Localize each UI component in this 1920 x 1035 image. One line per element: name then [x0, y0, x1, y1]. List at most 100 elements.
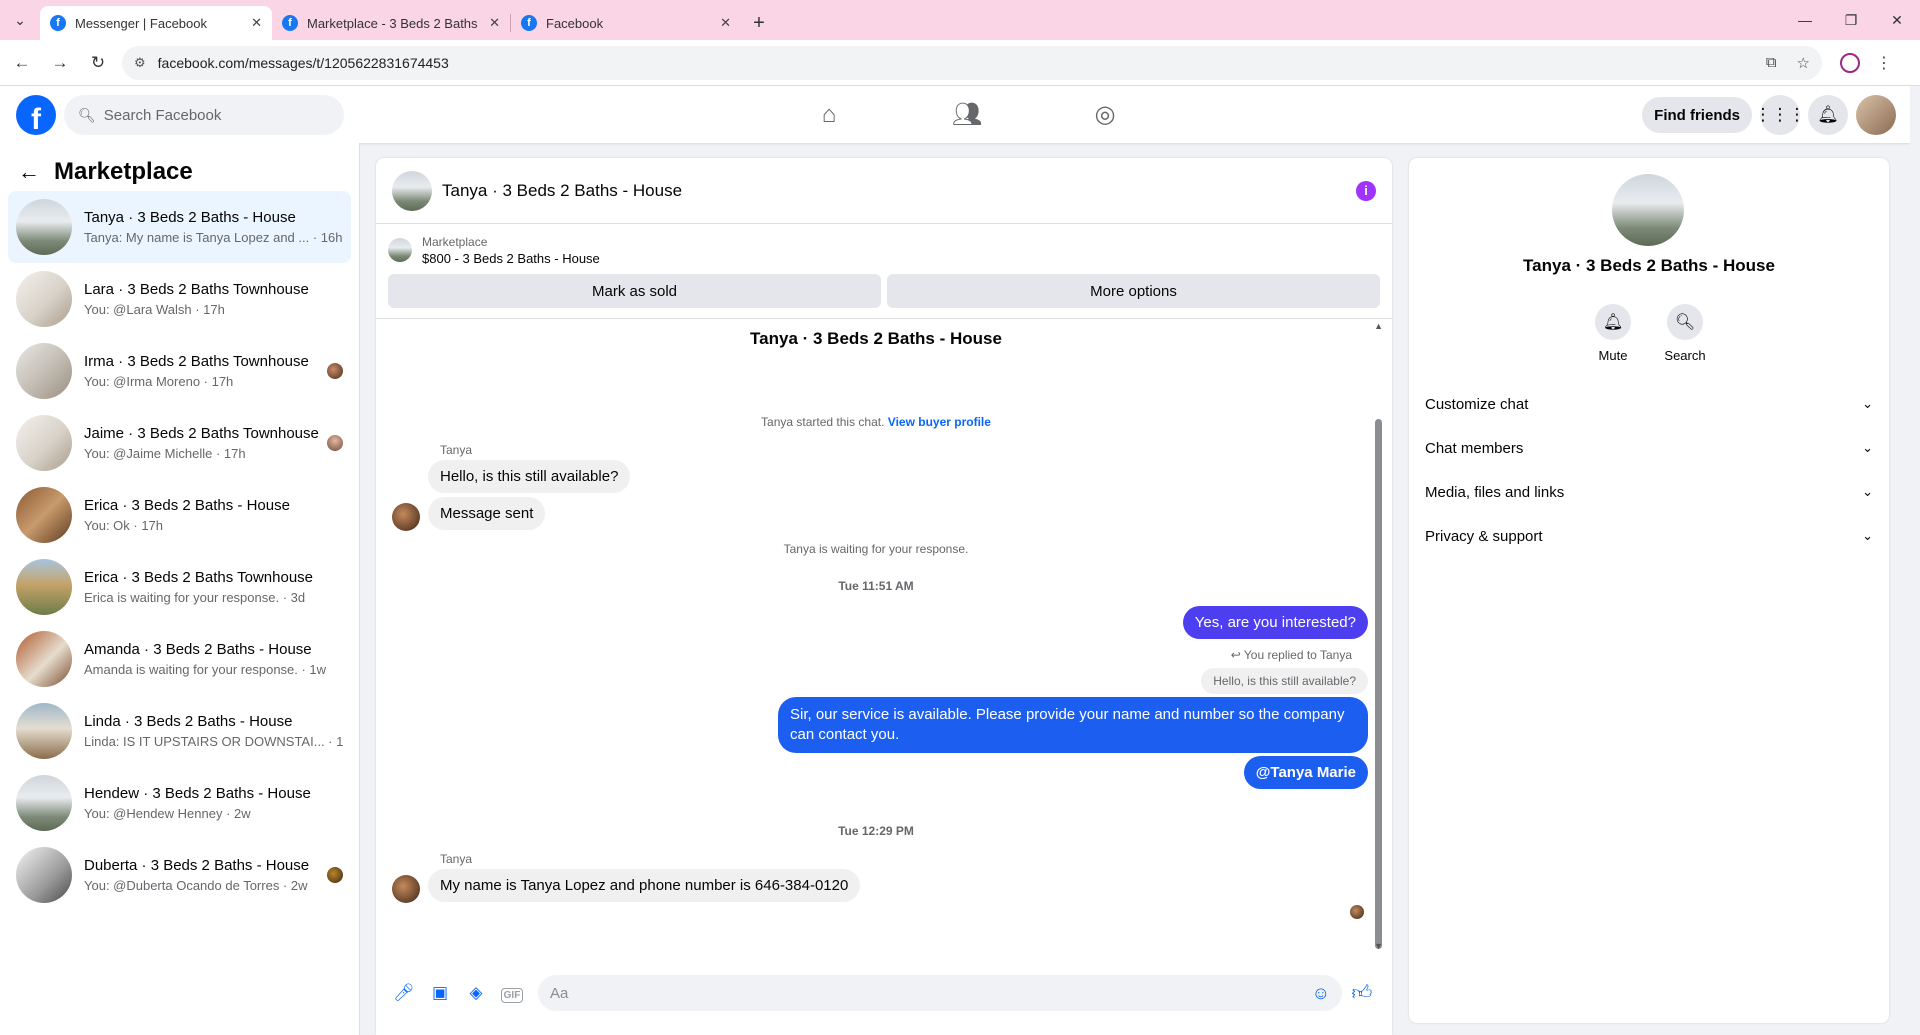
conversation-item[interactable]: Amanda · 3 Beds 2 Baths - House Amanda is…: [8, 623, 351, 695]
view-buyer-profile-link[interactable]: View buyer profile: [888, 415, 991, 429]
conversation-name: Erica · 3 Beds 2 Baths Townhouse: [84, 569, 314, 586]
incoming-message[interactable]: Hello, is this still available?: [428, 460, 631, 493]
search-icon: 🔍︎: [1667, 304, 1703, 340]
incoming-message[interactable]: My name is Tanya Lopez and phone number …: [428, 869, 861, 902]
groups-icon[interactable]: ◎: [1036, 86, 1174, 143]
notifications-bell-icon[interactable]: 🔔︎: [1808, 95, 1848, 135]
thumbs-up-icon[interactable]: 👍︎: [1342, 981, 1382, 1005]
conversation-item[interactable]: Lara · 3 Beds 2 Baths Townhouse You: @Lar…: [8, 263, 351, 335]
outgoing-message[interactable]: Yes, are you interested?: [1182, 606, 1368, 639]
mark-as-sold-button[interactable]: Mark as sold: [388, 274, 881, 308]
conversation-item[interactable]: Erica · 3 Beds 2 Baths Townhouse Erica is…: [8, 551, 351, 623]
timestamp: Tue 11:51 AM: [838, 579, 914, 593]
listing-thumbnail: [16, 559, 72, 615]
conversation-item[interactable]: Tanya · 3 Beds 2 Baths - House Tanya: My …: [8, 191, 351, 263]
conversation-info-panel: Tanya · 3 Beds 2 Baths - House 🔔︎ Mute 🔍…: [1409, 158, 1889, 1023]
url-text: facebook.com/messages/t/1205622831674453: [157, 54, 449, 71]
menu-grid-icon[interactable]: ⋮⋮⋮: [1755, 95, 1806, 135]
mute-label: Mute: [1598, 348, 1628, 363]
install-app-icon[interactable]: ⧉: [1766, 54, 1777, 72]
chat-title[interactable]: Tanya · 3 Beds 2 Baths - House: [442, 181, 1356, 201]
emoji-icon[interactable]: ☺: [1312, 983, 1330, 1004]
tab-marketplace[interactable]: f Marketplace - 3 Beds 2 Baths - ✕: [272, 6, 510, 40]
scroll-up-icon[interactable]: ▲: [1374, 321, 1383, 331]
seen-avatar: [327, 435, 343, 451]
close-icon[interactable]: ✕: [251, 15, 262, 31]
quoted-message[interactable]: Hello, is this still available?: [1201, 668, 1368, 694]
sender-avatar[interactable]: [392, 875, 420, 903]
media-files-links-section[interactable]: Media, files and links ⌄: [1417, 470, 1881, 514]
info-icon[interactable]: i: [1356, 180, 1376, 201]
search-label: Search: [1664, 348, 1706, 363]
close-icon[interactable]: ✕: [720, 15, 731, 31]
facebook-favicon-icon: f: [282, 15, 298, 31]
customize-chat-section[interactable]: Customize chat ⌄: [1417, 382, 1881, 426]
conversation-item[interactable]: Irma · 3 Beds 2 Baths Townhouse You: @Irm…: [8, 335, 351, 407]
info-name: Tanya · 3 Beds 2 Baths - House: [1523, 256, 1775, 275]
conversation-name: Tanya · 3 Beds 2 Baths - House: [84, 209, 296, 226]
mute-button[interactable]: 🔔︎ Mute: [1595, 304, 1631, 363]
reload-icon[interactable]: ↻: [82, 47, 114, 79]
message-thread[interactable]: Tanya · 3 Beds 2 Baths - House Tanya sta…: [376, 318, 1392, 958]
restore-icon[interactable]: ❐: [1828, 0, 1874, 40]
conversation-preview: You: @Duberta Ocando de Torres · 2w: [84, 878, 308, 893]
chat-panel: Tanya · 3 Beds 2 Baths - House i Marketp…: [376, 158, 1392, 1035]
new-tab-button[interactable]: +: [741, 6, 777, 40]
listing-summary[interactable]: Marketplace $800 - 3 Beds 2 Baths - Hous…: [376, 224, 1392, 268]
photo-icon[interactable]: ▣: [422, 983, 458, 1003]
conversation-list: Tanya · 3 Beds 2 Baths - House Tanya: My …: [0, 191, 359, 911]
friends-icon[interactable]: 👥︎: [898, 86, 1036, 143]
sender-avatar[interactable]: [392, 503, 420, 531]
conversation-item[interactable]: Erica · 3 Beds 2 Baths - House You: Ok · …: [8, 479, 351, 551]
close-window-icon[interactable]: ✕: [1874, 0, 1920, 40]
scrollbar-thumb[interactable]: [1375, 419, 1382, 949]
tab-facebook[interactable]: f Facebook ✕: [511, 6, 741, 40]
tab-title: Marketplace - 3 Beds 2 Baths -: [307, 15, 482, 31]
back-arrow-icon[interactable]: ←: [6, 47, 38, 79]
browser-menu-icon[interactable]: ⋮: [1876, 53, 1892, 73]
facebook-logo-icon[interactable]: f: [16, 95, 56, 135]
search-button[interactable]: 🔍︎ Search: [1664, 304, 1706, 363]
account-avatar[interactable]: [1856, 95, 1896, 135]
home-icon[interactable]: ⌂: [760, 86, 898, 143]
facebook-search-input[interactable]: 🔍︎ Search Facebook: [64, 95, 344, 135]
chat-thumbnail[interactable]: [392, 170, 432, 211]
url-input[interactable]: ⚙ facebook.com/messages/t/12056228316744…: [122, 45, 1822, 80]
conversation-preview: Linda: IS IT UPSTAIRS OR DOWNSTAI... · 1…: [84, 734, 343, 749]
minimize-icon[interactable]: —: [1782, 0, 1828, 40]
conversation-item[interactable]: Jaime · 3 Beds 2 Baths Townhouse You: @Ja…: [8, 407, 351, 479]
conversation-preview: Amanda is waiting for your response. · 1…: [84, 662, 327, 677]
site-settings-icon[interactable]: ⚙: [134, 55, 146, 71]
search-icon: 🔍︎: [78, 106, 96, 123]
conversation-item[interactable]: Linda · 3 Beds 2 Baths - House Linda: IS …: [8, 695, 351, 767]
browser-profile-icon[interactable]: [1840, 52, 1860, 73]
conversation-preview: You: @Lara Walsh · 17h: [84, 302, 225, 317]
privacy-support-section[interactable]: Privacy & support ⌄: [1417, 514, 1881, 558]
conversation-item[interactable]: Duberta · 3 Beds 2 Baths - House You: @Du…: [8, 839, 351, 911]
outgoing-message[interactable]: @Tanya Marie: [1243, 756, 1368, 789]
listing-thumbnail: [16, 199, 72, 255]
sidebar-title: Marketplace: [54, 158, 193, 185]
close-icon[interactable]: ✕: [489, 15, 500, 31]
more-options-button[interactable]: More options: [887, 274, 1380, 308]
header-actions: Find friends ⋮⋮⋮ 🔔︎: [1642, 95, 1896, 135]
scrollbar[interactable]: ▲ ▼: [1374, 319, 1384, 958]
tab-search-icon[interactable]: ⌄: [0, 0, 40, 40]
incoming-message[interactable]: Message sent: [428, 497, 546, 530]
outgoing-message[interactable]: Sir, our service is available. Please pr…: [778, 697, 1368, 753]
message-input[interactable]: Aa ☺: [538, 975, 1342, 1011]
page-scrollbar[interactable]: [1910, 86, 1920, 1035]
microphone-icon[interactable]: 🎤︎: [386, 983, 422, 1003]
scroll-down-icon[interactable]: ▼: [1374, 941, 1383, 951]
tab-messenger[interactable]: f Messenger | Facebook ✕: [40, 6, 272, 40]
info-thumbnail[interactable]: [1612, 174, 1684, 246]
bookmark-star-icon[interactable]: ☆: [1797, 54, 1810, 72]
find-friends-button[interactable]: Find friends: [1642, 97, 1752, 133]
section-label: Chat members: [1425, 439, 1524, 457]
forward-arrow-icon[interactable]: →: [44, 47, 76, 79]
chat-members-section[interactable]: Chat members ⌄: [1417, 426, 1881, 470]
sticker-icon[interactable]: ◈: [458, 983, 494, 1003]
back-arrow-icon[interactable]: ←: [18, 159, 40, 185]
gif-button[interactable]: GIF: [494, 983, 530, 1003]
conversation-item[interactable]: Hendew · 3 Beds 2 Baths - House You: @Hen…: [8, 767, 351, 839]
